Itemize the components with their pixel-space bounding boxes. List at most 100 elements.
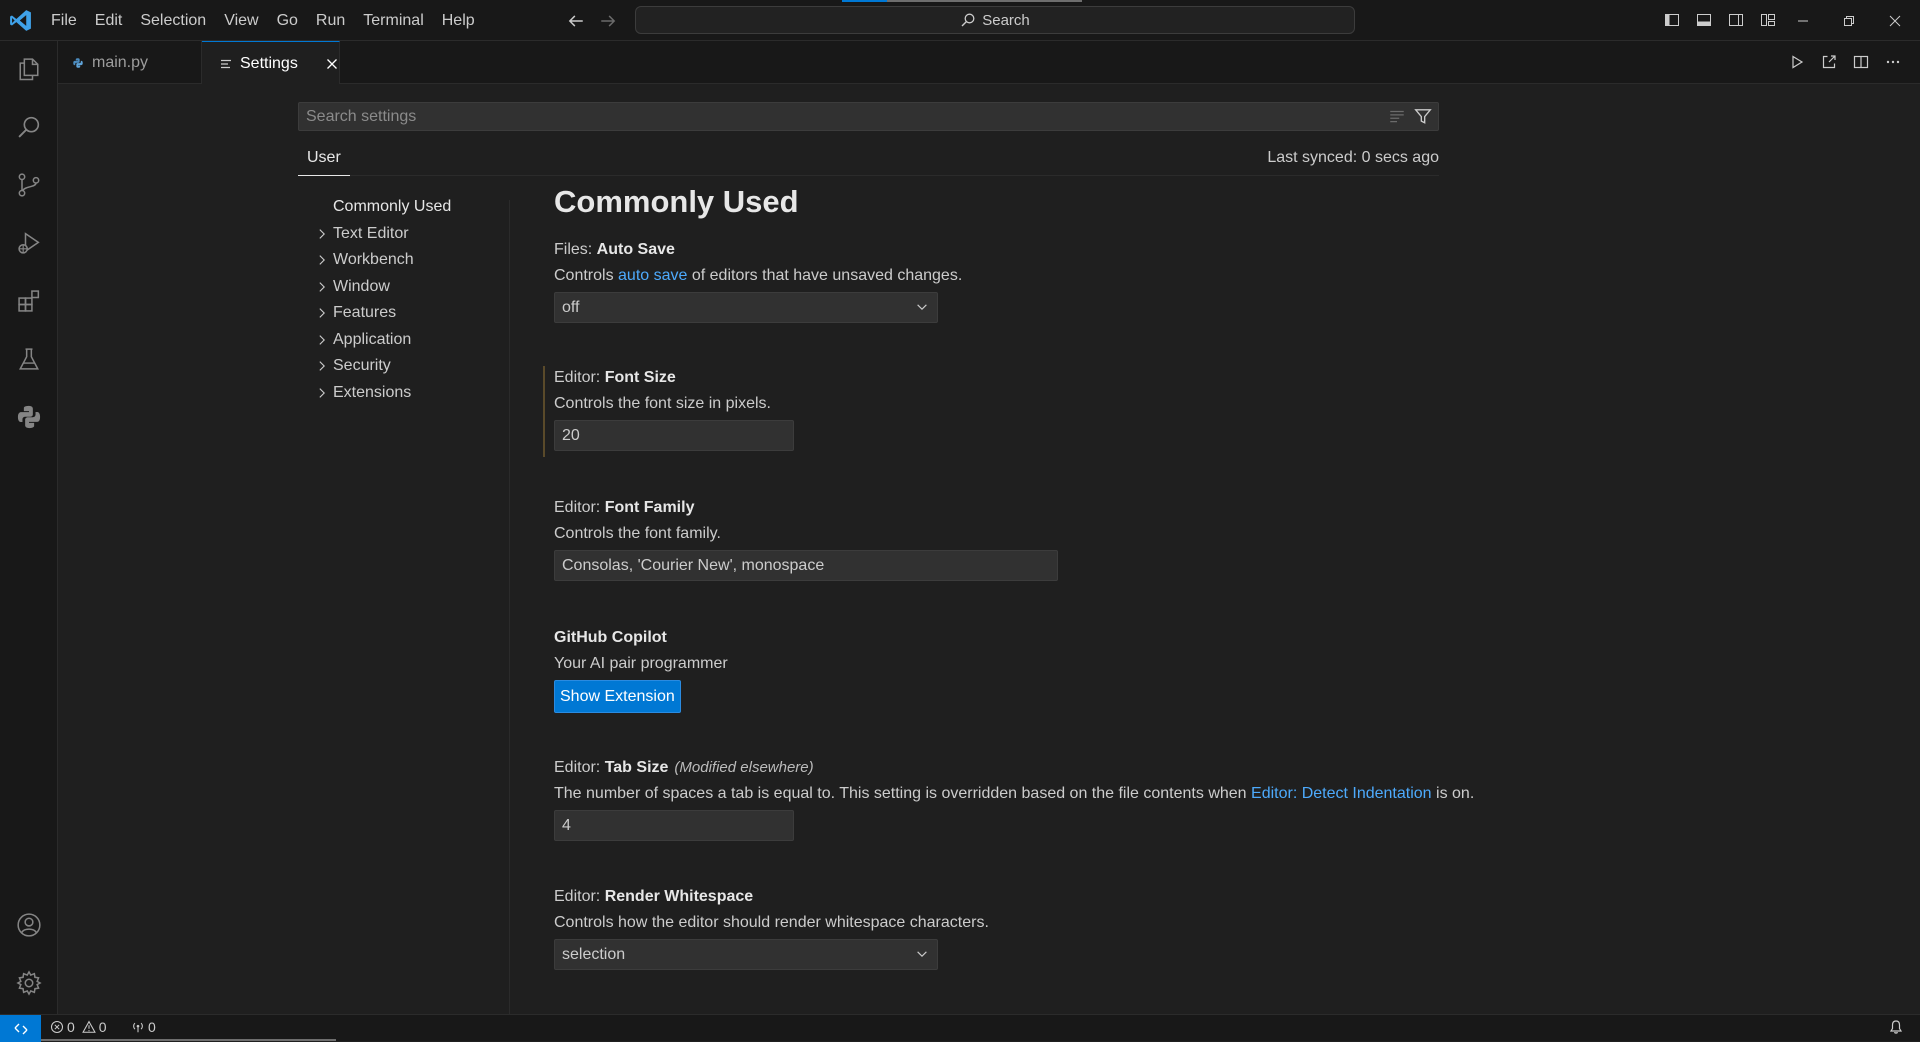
warning-icon	[81, 1020, 96, 1034]
warning-count: 0	[98, 1019, 107, 1035]
menu-terminal[interactable]: Terminal	[354, 0, 432, 41]
files-icon[interactable]	[0, 45, 58, 93]
setting-description: The number of spaces a tab is equal to. …	[554, 785, 1475, 802]
python-file-icon	[72, 57, 84, 69]
setting-font-size: Editor: Font Size Controls the font size…	[543, 366, 1654, 496]
toc-item-text-editor[interactable]: Text Editor	[313, 221, 513, 248]
remote-icon	[13, 1021, 29, 1037]
command-center-search[interactable]: Search	[635, 6, 1355, 34]
restore-icon[interactable]	[1826, 0, 1872, 41]
source-control-icon[interactable]	[0, 161, 58, 209]
toc-item-security[interactable]: Security	[313, 353, 513, 380]
setting-title: Editor: Tab Size (Modified elsewhere)	[554, 759, 814, 776]
auto-save-link[interactable]: auto save	[618, 267, 687, 284]
chevron-right-icon	[315, 333, 329, 347]
customize-layout-icon[interactable]	[1756, 8, 1780, 32]
setting-tab-size: Editor: Tab Size (Modified elsewhere) The…	[554, 756, 1654, 885]
settings-toc: Commonly Used Text Editor Workbench Wind…	[313, 194, 513, 406]
open-settings-json-icon[interactable]	[1818, 51, 1840, 73]
gear-icon[interactable]	[0, 959, 58, 1007]
auto-save-select[interactable]: off	[554, 292, 938, 323]
settings-scope-row: User Last synced: 0 secs ago	[298, 146, 1439, 176]
arrow-left-icon[interactable]	[565, 10, 587, 32]
close-window-icon[interactable]	[1872, 0, 1918, 41]
status-bar: 0 0 0	[0, 1014, 1920, 1042]
extensions-icon[interactable]	[0, 277, 58, 325]
title-bar: File Edit Selection View Go Run Terminal…	[0, 0, 1920, 41]
modified-indicator	[543, 366, 545, 457]
status-ports[interactable]: 0	[131, 1019, 156, 1035]
detect-indentation-link[interactable]: Editor: Detect Indentation	[1251, 785, 1432, 802]
error-icon	[50, 1020, 64, 1034]
menu-selection[interactable]: Selection	[131, 0, 215, 41]
setting-title: Editor: Font Size	[554, 369, 676, 386]
toc-item-application[interactable]: Application	[313, 327, 513, 354]
menu-run[interactable]: Run	[307, 0, 354, 41]
search-icon[interactable]	[0, 103, 58, 151]
debug-icon[interactable]	[0, 219, 58, 267]
broadcast-icon	[131, 1020, 145, 1034]
render-whitespace-select[interactable]: selection	[554, 939, 938, 970]
vscode-logo-icon	[8, 8, 33, 33]
setting-title: GitHub Copilot	[554, 629, 667, 646]
status-problems[interactable]: 0 0	[50, 1019, 107, 1035]
setting-title: Editor: Font Family	[554, 499, 695, 516]
setting-description: Your AI pair programmer	[554, 655, 728, 672]
menu-file[interactable]: File	[42, 0, 86, 41]
chevron-right-icon	[315, 227, 329, 241]
title-progress-indicator	[842, 0, 1082, 2]
setting-auto-save: Files: Auto Save Controls auto save of e…	[554, 238, 1654, 366]
font-family-input[interactable]: Consolas, 'Courier New', monospace	[554, 550, 1058, 581]
chevron-right-icon	[315, 306, 329, 320]
toc-item-commonly-used[interactable]: Commonly Used	[313, 194, 513, 221]
settings-editor: User Last synced: 0 secs ago Commonly Us…	[58, 84, 1920, 1014]
settings-list: Commonly Used Files: Auto Save Controls …	[543, 178, 1654, 985]
setting-description: Controls auto save of editors that have …	[554, 267, 963, 284]
toc-divider	[509, 200, 510, 1014]
arrow-right-icon[interactable]	[597, 10, 619, 32]
toggle-primary-sidebar-icon[interactable]	[1660, 8, 1684, 32]
chevron-down-icon	[915, 300, 929, 314]
account-icon[interactable]	[0, 901, 58, 949]
chevron-right-icon	[315, 253, 329, 267]
toggle-secondary-sidebar-icon[interactable]	[1724, 8, 1748, 32]
toc-item-workbench[interactable]: Workbench	[313, 247, 513, 274]
chevron-down-icon	[915, 947, 929, 961]
setting-github-copilot: GitHub Copilot Your AI pair programmer S…	[554, 626, 1654, 756]
menu-bar: File Edit Selection View Go Run Terminal…	[42, 0, 484, 41]
sync-status: Last synced: 0 secs ago	[1267, 149, 1439, 166]
show-extension-button[interactable]: Show Extension	[554, 680, 681, 713]
run-icon[interactable]	[1786, 51, 1808, 73]
settings-editor-icon	[220, 58, 232, 70]
editor-tab-bar: main.py Settings	[58, 41, 1920, 85]
python-icon[interactable]	[0, 393, 58, 441]
toc-item-window[interactable]: Window	[313, 274, 513, 301]
menu-help[interactable]: Help	[433, 0, 484, 41]
settings-search-input[interactable]	[306, 103, 1366, 130]
filter-icon[interactable]	[1414, 107, 1432, 125]
menu-edit[interactable]: Edit	[86, 0, 132, 41]
bell-icon[interactable]	[1888, 1019, 1904, 1035]
remote-indicator[interactable]	[0, 1015, 41, 1042]
toggle-panel-icon[interactable]	[1692, 8, 1716, 32]
command-center-label: Search	[982, 11, 1030, 29]
menu-view[interactable]: View	[215, 0, 267, 41]
tab-user-settings[interactable]: User	[298, 146, 350, 176]
beaker-icon[interactable]	[0, 335, 58, 383]
toc-item-features[interactable]: Features	[313, 300, 513, 327]
setting-description: Controls the font family.	[554, 525, 721, 542]
setting-description: Controls how the editor should render wh…	[554, 914, 989, 931]
clear-filter-icon[interactable]	[1388, 107, 1406, 125]
menu-go[interactable]: Go	[268, 0, 307, 41]
more-actions-icon[interactable]	[1882, 51, 1904, 73]
ports-count: 0	[148, 1019, 156, 1035]
close-icon[interactable]	[326, 55, 339, 73]
split-editor-icon[interactable]	[1850, 51, 1872, 73]
tab-main-py[interactable]: main.py	[58, 41, 202, 84]
tab-size-input[interactable]: 4	[554, 810, 794, 841]
minimize-icon[interactable]	[1780, 0, 1826, 41]
font-size-input[interactable]: 20	[554, 420, 794, 451]
setting-title: Editor: Render Whitespace	[554, 888, 754, 905]
toc-item-extensions[interactable]: Extensions	[313, 380, 513, 407]
tab-settings[interactable]: Settings	[202, 41, 340, 85]
